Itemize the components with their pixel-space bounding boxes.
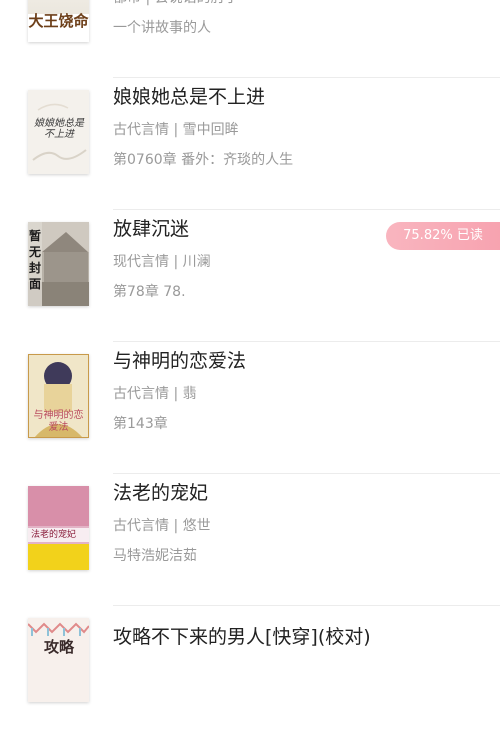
book-title: 放肆沉迷 (113, 218, 190, 240)
cover-title: 暂无封面 (29, 229, 42, 291)
book-cover[interactable]: 攻略 (28, 618, 89, 702)
book-meta: 古代言情 | 悠世 (113, 518, 211, 534)
book-last-chapter: 马特浩妮洁茹 (113, 548, 197, 564)
book-cover[interactable]: 与神明的恋爱法 (28, 354, 89, 438)
cover-title: 法老的宠妃 (31, 530, 77, 540)
book-last-chapter: 第143章 (113, 416, 168, 432)
book-item[interactable]: 大王饶命 都市 | 会说话的肘子 一个讲故事的人 (0, 0, 500, 78)
book-meta: 都市 | 会说话的肘子 (113, 0, 239, 8)
bookshelf-list: 大王饶命 都市 | 会说话的肘子 一个讲故事的人 娘娘她总是不上进 娘娘她总是不… (0, 0, 500, 702)
book-cover[interactable]: 法老的宠妃 (28, 486, 89, 570)
book-item[interactable]: 娘娘她总是不上进 娘娘她总是不上进 古代言情 | 雪中回眸 第0760章 番外：… (0, 78, 500, 210)
cover-title: 攻略 (43, 638, 74, 656)
book-cover[interactable]: 暂无封面 (28, 222, 89, 306)
read-progress-badge: 75.82% 已读 (386, 222, 500, 250)
book-title: 攻略不下来的男人[快穿](校对) (113, 626, 371, 648)
cover-title: 大王饶命 (28, 12, 89, 30)
book-item[interactable]: 与神明的恋爱法 与神明的恋爱法 古代言情 | 翡 第143章 (0, 342, 500, 474)
book-item[interactable]: 暂无封面 放肆沉迷 现代言情 | 川澜 第78章 78. 75.82% 已读 (0, 210, 500, 342)
book-last-chapter: 一个讲故事的人 (113, 20, 211, 36)
book-cover[interactable]: 娘娘她总是不上进 (28, 90, 89, 174)
book-meta: 古代言情 | 翡 (113, 386, 197, 402)
book-item[interactable]: 法老的宠妃 法老的宠妃 古代言情 | 悠世 马特浩妮洁茹 (0, 474, 500, 606)
book-title: 法老的宠妃 (113, 482, 209, 504)
book-last-chapter: 第78章 78. (113, 284, 186, 300)
book-item[interactable]: 攻略 攻略不下来的男人[快穿](校对) (0, 606, 500, 738)
book-title: 与神明的恋爱法 (113, 350, 247, 372)
book-title: 娘娘她总是不上进 (113, 86, 266, 108)
book-meta: 现代言情 | 川澜 (113, 254, 211, 270)
cover-title: 娘娘她总是不上进 (34, 118, 84, 140)
book-last-chapter: 第0760章 番外：齐琰的人生 (113, 152, 294, 168)
book-cover[interactable]: 大王饶命 (28, 0, 89, 42)
book-meta: 古代言情 | 雪中回眸 (113, 122, 239, 138)
cover-title: 与神明的恋爱法 (33, 410, 84, 433)
